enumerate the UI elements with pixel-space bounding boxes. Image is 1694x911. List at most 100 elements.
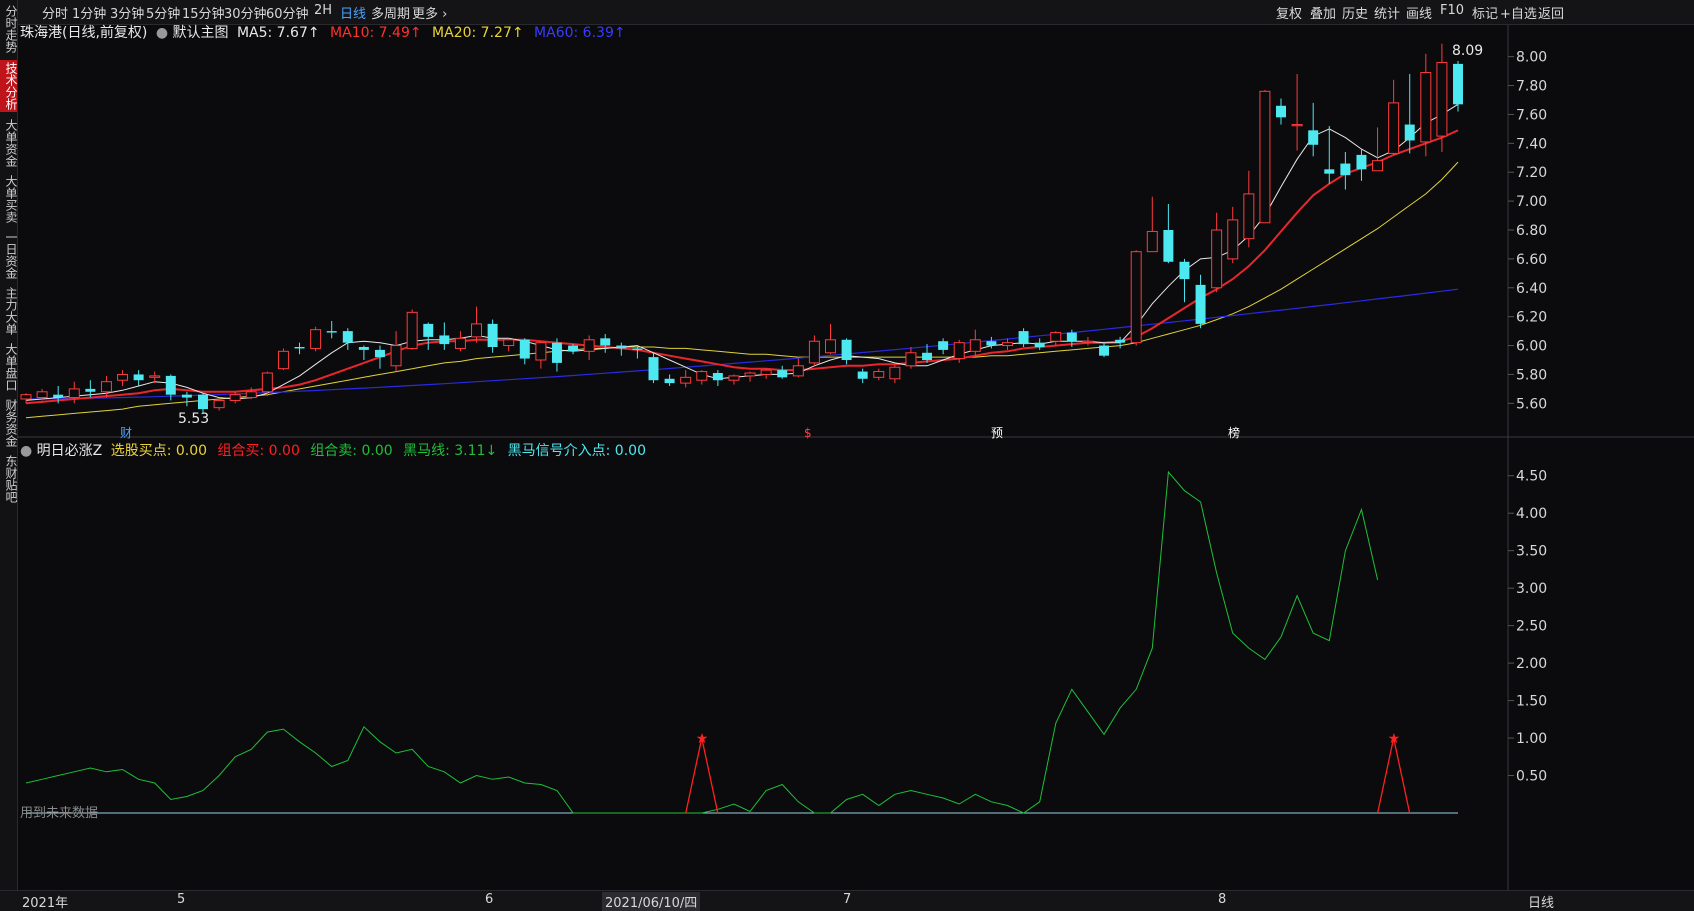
- candle-body: [294, 347, 305, 349]
- date-year: 2021年: [22, 896, 69, 911]
- kline-chart[interactable]: 8.00 7.80 7.60 7.40 7.20 7.00 6.80 6.60 6.40 6.20…: [18, 25, 1694, 890]
- period-5min[interactable]: 5分钟: [146, 3, 180, 22]
- price-tick-label: 7.00: [1516, 194, 1547, 210]
- indicator-tick-label: 1.00: [1516, 731, 1547, 747]
- candle-body: [873, 371, 885, 378]
- low-price-label: 5.53: [178, 411, 209, 427]
- candle-body: [938, 341, 949, 350]
- crosshair-date: 2021/06/10/四: [602, 892, 701, 911]
- f10-button[interactable]: F10: [1440, 3, 1464, 18]
- nav-fenshi[interactable]: 分时走势: [0, 4, 18, 54]
- candle-body: [326, 331, 337, 333]
- nav-guba[interactable]: 东财贴吧: [0, 454, 18, 504]
- period-60min[interactable]: 60分钟: [266, 3, 309, 22]
- period-indicator[interactable]: 日线: [1528, 892, 1554, 911]
- chevron-right-icon: ›: [438, 7, 448, 22]
- date-june: 6: [485, 892, 494, 907]
- price-tick-label: 8.00: [1516, 50, 1547, 66]
- history-button[interactable]: 历史: [1342, 3, 1368, 22]
- candle-body: [1436, 61, 1448, 137]
- candle-body: [760, 369, 772, 375]
- signal-star-icon: ★: [1388, 731, 1401, 747]
- left-side-nav: 分时走势 技术分析 大单资金 大单买卖 一日资金 主力大单 大单盘口 财务资金 …: [0, 0, 18, 910]
- candle-body: [1356, 154, 1367, 170]
- period-2h[interactable]: 2H: [314, 3, 332, 18]
- price-tick-label: 6.80: [1516, 223, 1547, 239]
- candle-body: [36, 391, 48, 399]
- period-multi[interactable]: 多周期: [371, 3, 410, 22]
- candle-body: [1195, 284, 1206, 324]
- candle-body: [1372, 160, 1384, 172]
- candle-body: [1404, 124, 1415, 141]
- more-label: 更多: [412, 7, 439, 22]
- price-tick-label: 6.60: [1516, 252, 1547, 268]
- candle-body: [728, 375, 740, 381]
- nav-technical[interactable]: 技术分析: [0, 60, 18, 112]
- candle-body: [390, 345, 402, 367]
- candle-body: [20, 394, 32, 400]
- signal-star-icon: ★: [696, 731, 709, 747]
- candle-body: [1034, 342, 1045, 347]
- event-dollar-marker: $: [804, 426, 812, 440]
- candle-body: [53, 394, 64, 398]
- candles: [20, 43, 1463, 414]
- period-30min[interactable]: 30分钟: [224, 3, 267, 22]
- period-3min[interactable]: 3分钟: [110, 3, 144, 22]
- candle-body: [454, 337, 466, 349]
- nav-big-order-trade[interactable]: 大单买卖: [0, 174, 18, 224]
- candle-body: [1453, 63, 1463, 105]
- nav-main-big[interactable]: 主力大单: [0, 286, 18, 336]
- candle-body: [1099, 345, 1110, 356]
- price-axis: 8.00 7.80 7.60 7.40 7.20 7.00 6.80 6.60 6.40 6.20…: [1508, 50, 1547, 412]
- indicator-axis: 4.50 4.00 3.50 3.00 2.50 2.00 1.50 1.00 0.50: [1508, 469, 1547, 785]
- period-fenshi[interactable]: 分时: [42, 3, 68, 22]
- indicator-tick-label: 3.00: [1516, 581, 1547, 597]
- chart-area[interactable]: 珠海港(日线,前复权) ● 默认主图 MA5: 7.67↑ MA10: 7.49…: [18, 25, 1694, 910]
- candle-body: [680, 376, 692, 384]
- high-price-label: 8.09: [1452, 43, 1483, 59]
- candle-body: [1227, 219, 1239, 260]
- candle-body: [889, 366, 901, 380]
- nav-finance-funds[interactable]: 财务资金: [0, 398, 18, 448]
- candle-body: [857, 371, 868, 379]
- period-daily[interactable]: 日线: [340, 3, 366, 22]
- price-tick-label: 7.60: [1516, 107, 1547, 123]
- candle-body: [1082, 340, 1094, 343]
- nav-big-order-funds[interactable]: 大单资金: [0, 118, 18, 168]
- period-15min[interactable]: 15分钟: [182, 3, 225, 22]
- candle-body: [1211, 229, 1223, 289]
- stats-button[interactable]: 统计: [1374, 3, 1400, 22]
- event-finance-marker: 财: [120, 426, 132, 440]
- fuquan-button[interactable]: 复权: [1276, 3, 1302, 22]
- back-button[interactable]: 返回: [1538, 3, 1564, 22]
- draw-button[interactable]: 画线: [1406, 3, 1432, 22]
- candle-body: [68, 388, 80, 399]
- nav-day-funds[interactable]: 一日资金: [0, 230, 18, 280]
- candle-body: [406, 311, 418, 349]
- overlay-button[interactable]: 叠加: [1310, 3, 1336, 22]
- candle-body: [1163, 230, 1174, 262]
- indicator-tick-label: 3.50: [1516, 544, 1547, 560]
- candle-body: [1388, 102, 1400, 154]
- candle-body: [583, 339, 595, 352]
- candle-body: [986, 341, 997, 346]
- candle-body: [165, 375, 176, 395]
- mark-button[interactable]: 标记: [1472, 3, 1498, 22]
- candle-body: [777, 370, 788, 378]
- price-tick-label: 7.20: [1516, 165, 1547, 181]
- candle-body: [616, 345, 627, 349]
- candle-body: [133, 374, 144, 381]
- candle-body: [905, 352, 917, 367]
- period-1min[interactable]: 1分钟: [72, 3, 106, 22]
- candle-body: [1291, 124, 1303, 127]
- indicator-tick-label: 0.50: [1516, 769, 1547, 785]
- candle-body: [1018, 331, 1029, 345]
- indicator-lines: ★ ★: [25, 470, 1458, 814]
- nav-big-book[interactable]: 大单盘口: [0, 342, 18, 392]
- candle-body: [117, 373, 129, 381]
- add-watchlist-button[interactable]: +自选: [1500, 3, 1537, 22]
- candle-body: [1179, 261, 1190, 280]
- candle-body: [969, 339, 981, 352]
- candle-body: [358, 347, 369, 350]
- period-more[interactable]: 更多 ›: [412, 3, 447, 22]
